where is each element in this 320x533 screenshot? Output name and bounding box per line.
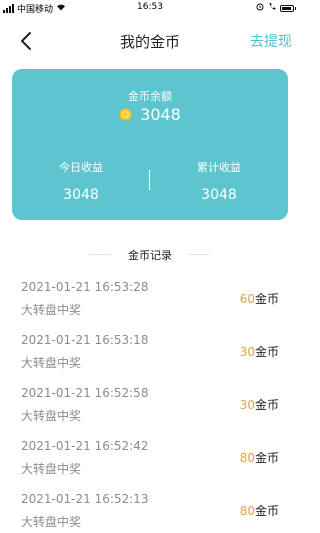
record-amount: 30金币 [240, 343, 279, 360]
battery-icon [280, 4, 296, 12]
alarm-icon [256, 2, 264, 14]
balance-row: 3048 [12, 105, 288, 124]
list-item: 2021-01-21 16:53:28 大转盘中奖 60金币 [0, 270, 300, 322]
today-earnings: 今日收益 3048 [12, 159, 150, 203]
record-amount: 80金币 [240, 502, 279, 519]
list-item: 2021-01-21 16:52:58 大转盘中奖 30金币 [0, 376, 300, 428]
balance-value: 3048 [140, 105, 181, 124]
divider-line [188, 254, 210, 255]
coin-icon [119, 108, 132, 121]
record-list[interactable]: 2021-01-21 16:53:28 大转盘中奖 60金币 2021-01-2… [0, 270, 300, 530]
status-bar: 中国移动 16:53 [0, 0, 300, 16]
balance-card: 金币余额 3048 今日收益 3048 累计收益 3048 [12, 69, 288, 220]
amount-unit: 金币 [254, 292, 279, 306]
records-title: 金币记录 [128, 249, 172, 262]
total-earnings: 累计收益 3048 [150, 159, 288, 203]
total-earnings-value: 3048 [201, 187, 237, 203]
nav-bar: 我的金币 去提现 [0, 24, 300, 58]
record-desc: 大转盘中奖 [21, 462, 82, 476]
amount-value: 30 [239, 345, 255, 359]
amount-value: 80 [239, 504, 255, 518]
list-item: 2021-01-21 16:53:18 大转盘中奖 30金币 [0, 323, 300, 375]
record-desc: 大转盘中奖 [21, 515, 82, 529]
amount-value: 60 [239, 292, 255, 306]
record-time: 2021-01-21 16:53:28 [21, 280, 149, 294]
amount-value: 80 [239, 451, 255, 465]
withdraw-button[interactable]: 去提现 [250, 31, 292, 51]
record-amount: 30金币 [240, 396, 279, 413]
list-item: 2021-01-21 16:52:13 大转盘中奖 80金币 [0, 482, 300, 530]
record-time: 2021-01-21 16:53:18 [21, 333, 149, 347]
phone-icon [268, 2, 276, 14]
status-right [256, 2, 296, 14]
record-amount: 60金币 [240, 290, 279, 307]
amount-value: 30 [239, 398, 255, 412]
amount-unit: 金币 [254, 345, 279, 359]
today-earnings-label: 今日收益 [59, 161, 103, 174]
record-time: 2021-01-21 16:52:13 [21, 492, 149, 506]
record-amount: 80金币 [240, 449, 279, 466]
today-earnings-value: 3048 [63, 187, 99, 203]
balance-label: 金币余额 [128, 90, 172, 103]
record-time: 2021-01-21 16:52:42 [21, 439, 149, 453]
list-item: 2021-01-21 16:52:42 大转盘中奖 80金币 [0, 429, 300, 481]
record-time: 2021-01-21 16:52:58 [21, 386, 149, 400]
records-header: 金币记录 [0, 245, 300, 263]
record-desc: 大转盘中奖 [21, 409, 82, 423]
amount-unit: 金币 [254, 398, 279, 412]
total-earnings-label: 累计收益 [197, 161, 241, 174]
clock: 16:53 [137, 2, 163, 12]
record-desc: 大转盘中奖 [21, 303, 82, 317]
amount-unit: 金币 [254, 504, 279, 518]
record-desc: 大转盘中奖 [21, 356, 82, 370]
amount-unit: 金币 [254, 451, 279, 465]
